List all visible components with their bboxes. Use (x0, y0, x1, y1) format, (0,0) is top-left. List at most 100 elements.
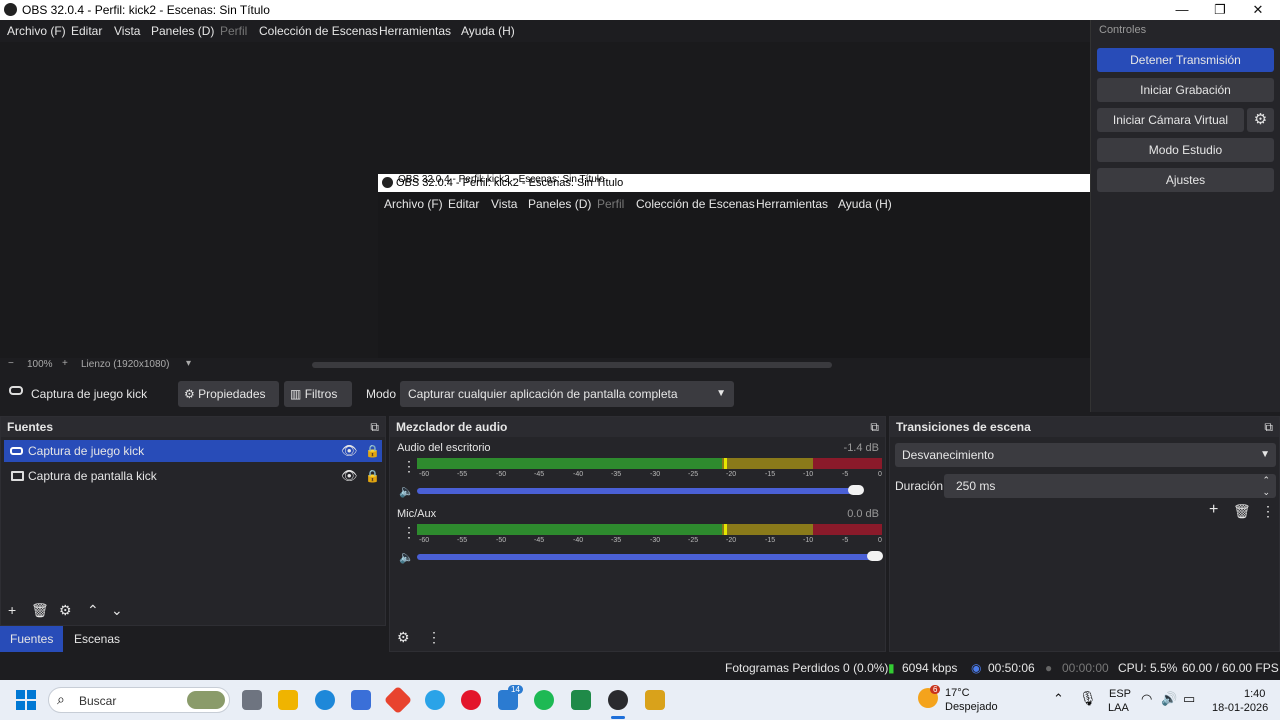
taskbar: ⌕ Buscar 14 6 17°C Despejado ⌃ 🎙 ESP LAA… (0, 680, 1280, 720)
clock-time[interactable]: 1:40 (1244, 688, 1265, 700)
studio-mode-button[interactable]: Modo Estudio (1097, 138, 1274, 162)
tick-label: -50 (496, 471, 507, 478)
audio-mixer-dock: Mezclador de audio ⧉ Audio del escritori… (389, 416, 886, 652)
more-options-icon[interactable]: ⋮ (1261, 503, 1275, 520)
status-bar: Fotogramas Perdidos 0 (0.0%) ▮ 6094 kbps… (0, 655, 1280, 680)
undock-icon[interactable]: ⧉ (370, 420, 379, 435)
properties-label: Propiedades (198, 387, 266, 401)
store-icon[interactable] (351, 690, 371, 710)
transition-type-select[interactable]: Desvanecimiento ▼ (895, 443, 1276, 467)
windows-start-icon[interactable] (16, 690, 36, 710)
start-virtual-camera-button[interactable]: Iniciar Cámara Virtual (1097, 108, 1244, 132)
gear-icon[interactable]: ⚙ (397, 629, 410, 646)
obs-taskbar-icon[interactable] (608, 690, 628, 710)
keyboard-layout[interactable]: LAA (1108, 702, 1129, 714)
trash-icon[interactable]: 🗑 (31, 602, 49, 619)
tab-fuentes[interactable]: Fuentes (0, 626, 64, 652)
speaker-icon[interactable]: 🔈 (399, 484, 414, 498)
wifi-icon[interactable]: ◠ (1141, 691, 1152, 707)
spotify-icon[interactable] (534, 690, 554, 710)
meter-yellow (722, 458, 813, 469)
tab-escenas[interactable]: Escenas (64, 626, 130, 652)
mixer-channel: Audio del escritorio -1.4 dB ⋮ -60 -55 -50… (390, 439, 885, 501)
move-down-icon[interactable]: ⌄ (111, 602, 123, 619)
maximize-button[interactable]: ❐ (1200, 0, 1240, 20)
chevron-down-icon[interactable]: ⌄ (1262, 480, 1270, 504)
volume-slider-handle[interactable] (867, 551, 883, 561)
nested-menu-coleccion: Colección de Escenas (636, 197, 755, 211)
stop-stream-button[interactable]: Detener Transmisión (1097, 48, 1274, 72)
close-button[interactable]: ✕ (1238, 0, 1278, 20)
lock-icon[interactable]: 🔒 (365, 465, 380, 487)
microphone-icon[interactable]: 🎙 (1079, 690, 1097, 707)
preview-scrollbar[interactable] (312, 362, 832, 368)
minimize-button[interactable]: — (1162, 0, 1202, 20)
undock-icon[interactable]: ⧉ (1264, 420, 1273, 435)
file-explorer-icon[interactable] (278, 690, 298, 710)
tick-label: -55 (457, 471, 468, 478)
capture-mode-select[interactable]: Capturar cualquier aplicación de pantall… (400, 381, 734, 407)
settings-button[interactable]: Ajustes (1097, 168, 1274, 192)
tick-label: -45 (534, 471, 545, 478)
tick-label: -25 (688, 471, 699, 478)
stream-time: 00:50:06 (988, 661, 1035, 675)
move-up-icon[interactable]: ⌃ (87, 602, 99, 619)
speaker-icon[interactable]: 🔈 (399, 550, 414, 564)
properties-button[interactable]: ⚙ Propiedades (178, 381, 279, 407)
volume-slider-handle[interactable] (848, 485, 864, 495)
tick-label: -60 (419, 471, 430, 478)
add-source-icon[interactable]: + (8, 602, 16, 618)
edge-browser-icon[interactable] (315, 690, 335, 710)
opera-icon[interactable] (461, 690, 481, 710)
virtual-camera-settings-gear-icon[interactable]: ⚙ (1247, 108, 1274, 132)
duration-input[interactable]: 250 ms ⌃ ⌄ (944, 474, 1276, 498)
mode-label: Modo (366, 387, 397, 401)
gamepad-icon (10, 447, 23, 455)
eye-icon[interactable]: 👁 (341, 440, 358, 462)
filters-label: Filtros (304, 387, 338, 401)
filters-button[interactable]: ▥ Filtros (284, 381, 352, 407)
menu-herramientas[interactable]: Herramientas (379, 24, 451, 38)
sources-title: Fuentes (7, 420, 54, 434)
more-options-icon[interactable]: ⋮ (427, 629, 441, 646)
menu-vista[interactable]: Vista (114, 24, 140, 38)
bitrate: 6094 kbps (902, 661, 958, 675)
source-label: Captura de pantalla kick (28, 469, 157, 483)
volume-icon[interactable]: 🔊 (1161, 691, 1177, 707)
eye-icon[interactable]: 👁 (341, 465, 358, 487)
undock-icon[interactable]: ⧉ (870, 420, 879, 435)
volume-slider-fill[interactable] (417, 554, 881, 560)
source-item[interactable]: Captura de juego kick 👁 🔒 (4, 440, 382, 462)
git-icon[interactable] (383, 685, 413, 715)
league-icon[interactable] (645, 690, 665, 710)
menu-perfil[interactable]: Perfil (220, 24, 247, 38)
chevron-down-icon: ▼ (1260, 449, 1270, 460)
battery-icon[interactable]: ▭ (1183, 691, 1195, 707)
add-transition-icon[interactable]: + (1209, 501, 1218, 519)
volume-slider-fill[interactable] (417, 488, 862, 494)
task-view-icon[interactable] (242, 690, 262, 710)
source-item[interactable]: Captura de pantalla kick 👁 🔒 (4, 465, 382, 487)
start-recording-button[interactable]: Iniciar Grabación (1097, 78, 1274, 102)
nested-menu-archivo: Archivo (F) (384, 197, 443, 211)
zoom-in-button[interactable]: + (62, 358, 68, 369)
tick-label: -10 (803, 537, 814, 544)
project-icon[interactable] (571, 690, 591, 710)
lock-icon[interactable]: 🔒 (365, 440, 380, 462)
zoom-dropdown-icon[interactable]: ▾ (186, 358, 191, 369)
menu-paneles[interactable]: Paneles (D) (151, 24, 214, 38)
paint-icon[interactable] (425, 690, 445, 710)
clock-date[interactable]: 18-01-2026 (1212, 702, 1268, 714)
menu-archivo[interactable]: Archivo (F) (7, 24, 66, 38)
menu-coleccion[interactable]: Colección de Escenas (259, 24, 378, 38)
menu-editar[interactable]: Editar (71, 24, 102, 38)
peak-indicator (724, 524, 727, 535)
taskbar-search[interactable]: ⌕ Buscar (48, 687, 230, 713)
tick-label: 0 (878, 537, 882, 544)
input-language[interactable]: ESP (1109, 688, 1131, 700)
menu-ayuda[interactable]: Ayuda (H) (461, 24, 515, 38)
zoom-out-button[interactable]: − (8, 358, 14, 369)
chevron-up-icon[interactable]: ⌃ (1053, 691, 1064, 707)
gear-icon[interactable]: ⚙ (59, 602, 72, 619)
trash-icon[interactable]: 🗑 (1233, 503, 1251, 520)
